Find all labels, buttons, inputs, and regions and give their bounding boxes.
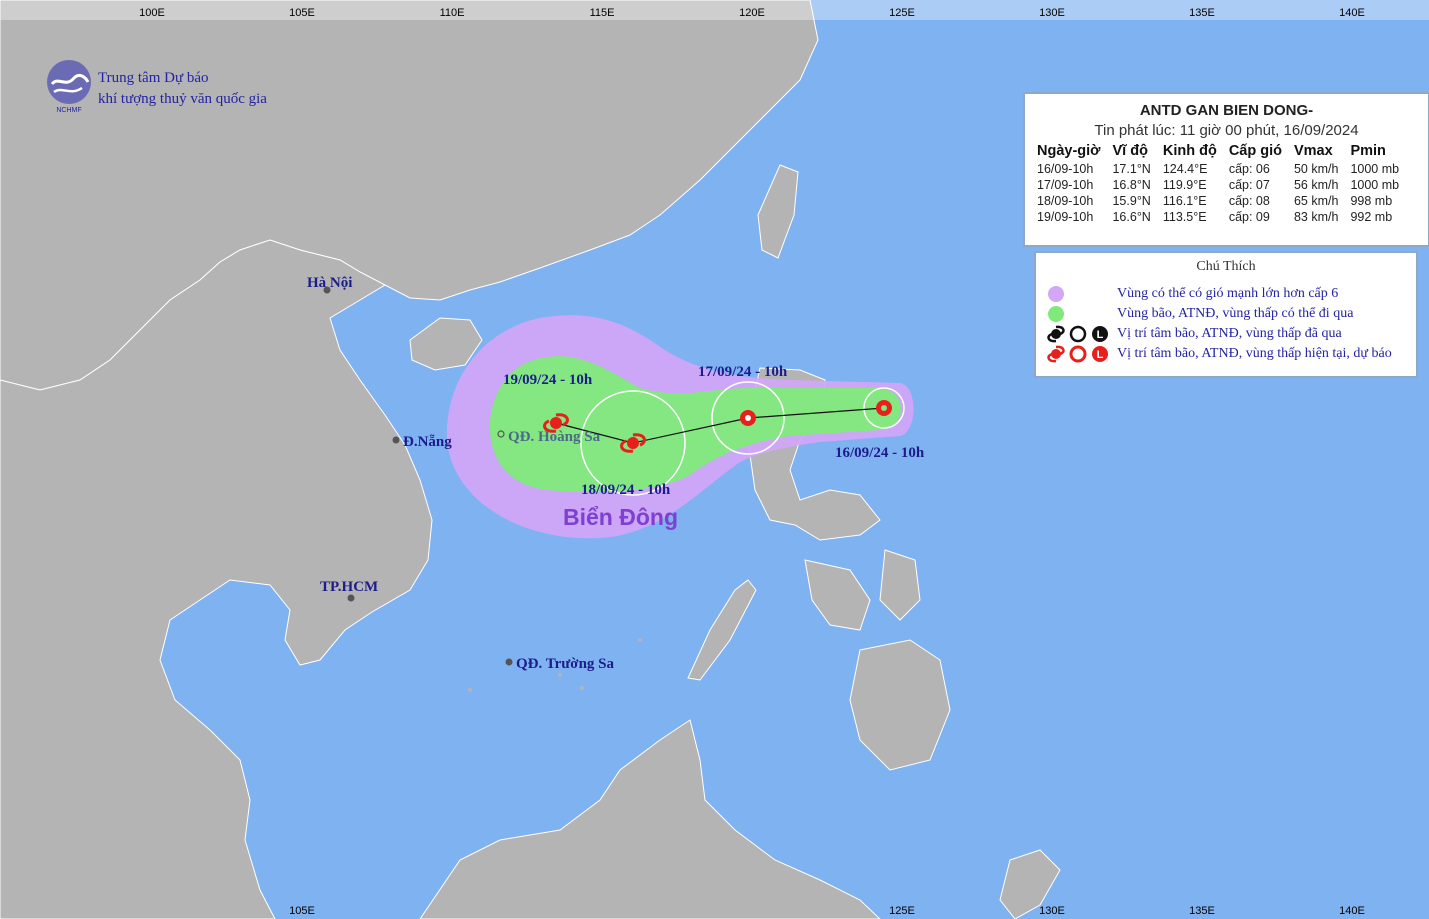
top-tick: 140E [1339, 7, 1365, 19]
bulletin-issued: Tin phát lúc: 11 giờ 00 phút, 16/09/2024 [1094, 122, 1359, 139]
legend-text: Vị trí tâm bão, ATNĐ, vùng thấp hiện tại… [1117, 346, 1392, 361]
truongsa-label: QĐ. Trường Sa [516, 656, 615, 672]
logo-text: NCHMF [56, 107, 81, 114]
top-tick: 130E [1039, 7, 1065, 19]
top-tick: 110E [440, 7, 465, 19]
org-line-1: Trung tâm Dự báo [98, 70, 209, 86]
cell: 83 km/h [1293, 210, 1339, 224]
table-row: 18/09-10h 15.9°N 116.1°E cấp: 08 65 km/h… [1037, 193, 1411, 209]
past-position-icons: L [1047, 325, 1108, 343]
col-header: Cấp gió [1228, 143, 1282, 159]
table-header-row: Ngày-giờ Vĩ độ Kinh độ Cấp gió Vmax Pmin [1037, 143, 1411, 161]
legend-title: Chú Thích [1196, 259, 1256, 274]
legend-text: Vùng bão, ATNĐ, vùng thấp có thể đi qua [1117, 306, 1354, 321]
cell: 18/09-10h [1037, 194, 1094, 208]
col-header: Ngày-giờ [1037, 143, 1101, 159]
bulletin-table: Ngày-giờ Vĩ độ Kinh độ Cấp gió Vmax Pmin… [1037, 143, 1411, 225]
cell: 16.8°N [1112, 178, 1151, 192]
cell: 17.1°N [1112, 162, 1151, 176]
track-label-3: 18/09/24 - 10h [581, 482, 671, 498]
purple-dot-icon [1048, 286, 1064, 302]
top-tick: 115E [590, 7, 615, 19]
top-tick: 135E [1189, 7, 1215, 19]
cell: 119.9°E [1162, 178, 1207, 192]
cell: 992 mb [1350, 210, 1393, 224]
legend-item: L Vị trí tâm bão, ATNĐ, vùng thấp đã qua [1044, 324, 1414, 344]
track-label-2: 17/09/24 - 10h [698, 364, 788, 380]
cell: 56 km/h [1293, 178, 1339, 192]
track-point-current [876, 400, 892, 416]
track-label-1: 16/09/24 - 10h [835, 445, 925, 461]
forecast-position-icons: L [1047, 345, 1108, 363]
islet [468, 688, 472, 692]
cell: 116.1°E [1162, 194, 1207, 208]
cell: 998 mb [1350, 194, 1393, 208]
svg-text:L: L [1097, 329, 1104, 341]
legend-item: L Vị trí tâm bão, ATNĐ, vùng thấp hiện t… [1044, 344, 1414, 364]
islet [638, 638, 642, 642]
truongsa-marker [505, 658, 513, 666]
col-header: Kinh độ [1162, 143, 1217, 159]
top-axis: 100E 105E 110E 115E 120E 125E 130E 135E … [0, 0, 1429, 20]
legend-text: Vùng có thể có gió mạnh lớn hơn cấp 6 [1117, 286, 1339, 301]
col-header: Pmin [1350, 143, 1386, 159]
sea-label: Biển Đông [563, 504, 678, 530]
hanoi-label: Hà Nội [307, 275, 352, 291]
track-point-forecast-1 [740, 410, 756, 426]
cell: 1000 mb [1350, 162, 1400, 176]
bulletin-box: ANTD GAN BIEN DONG- Tin phát lúc: 11 giờ… [1023, 92, 1429, 247]
bottom-tick: 140E [1339, 905, 1365, 917]
cell: 1000 mb [1350, 178, 1400, 192]
cell: 113.5°E [1162, 210, 1207, 224]
bottom-tick: 130E [1039, 905, 1065, 917]
cell: 124.4°E [1162, 162, 1208, 176]
danang-label: Đ.Nẵng [403, 434, 452, 450]
hcm-marker [347, 594, 355, 602]
bottom-tick: 105E [289, 905, 315, 917]
legend-text: Vị trí tâm bão, ATNĐ, vùng thấp đã qua [1117, 326, 1342, 341]
col-header: Vmax [1293, 143, 1333, 159]
bulletin-title: ANTD GAN BIEN DONG- [1139, 102, 1314, 119]
table-row: 19/09-10h 16.6°N 113.5°E cấp: 09 83 km/h… [1037, 209, 1411, 225]
org-line-2: khí tượng thuỷ văn quốc gia [98, 91, 267, 107]
table-row: 16/09-10h 17.1°N 124.4°E cấp: 06 50 km/h… [1037, 161, 1411, 177]
islet [580, 686, 584, 690]
legend-box: Chú Thích Vùng có thể có gió mạnh lớn hơ… [1034, 251, 1418, 378]
cell: 16/09-10h [1037, 162, 1094, 176]
cell: cấp: 06 [1228, 162, 1270, 176]
nchmf-logo-icon: NCHMF [47, 60, 91, 114]
bottom-tick: 125E [889, 905, 915, 917]
cell: 16.6°N [1112, 210, 1151, 224]
top-tick: 120E [739, 7, 765, 19]
cell: 15.9°N [1112, 194, 1151, 208]
islet [558, 673, 562, 677]
organization-header: NCHMF Trung tâm Dự báo khí tượng thuỷ vă… [44, 58, 314, 118]
cell: cấp: 09 [1228, 210, 1270, 224]
bottom-tick: 135E [1189, 905, 1215, 917]
top-tick: 125E [889, 7, 915, 19]
cell: cấp: 07 [1228, 178, 1270, 192]
top-tick: 105E [289, 7, 315, 19]
svg-text:L: L [1097, 349, 1104, 361]
cell: 65 km/h [1293, 194, 1339, 208]
top-tick: 100E [139, 7, 165, 19]
hoangsa-label: QĐ. Hoàng Sa [508, 429, 601, 445]
col-header: Vĩ độ [1112, 143, 1148, 159]
track-label-4: 19/09/24 - 10h [503, 372, 593, 388]
cell: 17/09-10h [1037, 178, 1094, 192]
table-row: 17/09-10h 16.8°N 119.9°E cấp: 07 56 km/h… [1037, 177, 1411, 193]
legend-item: Vùng bão, ATNĐ, vùng thấp có thể đi qua [1044, 304, 1414, 324]
danang-marker [392, 436, 400, 444]
green-dot-icon [1048, 306, 1064, 322]
hcm-label: TP.HCM [320, 579, 378, 595]
cell: 19/09-10h [1037, 210, 1094, 224]
cell: cấp: 08 [1228, 194, 1270, 208]
legend-item: Vùng có thể có gió mạnh lớn hơn cấp 6 [1044, 284, 1414, 304]
cell: 50 km/h [1293, 162, 1339, 176]
